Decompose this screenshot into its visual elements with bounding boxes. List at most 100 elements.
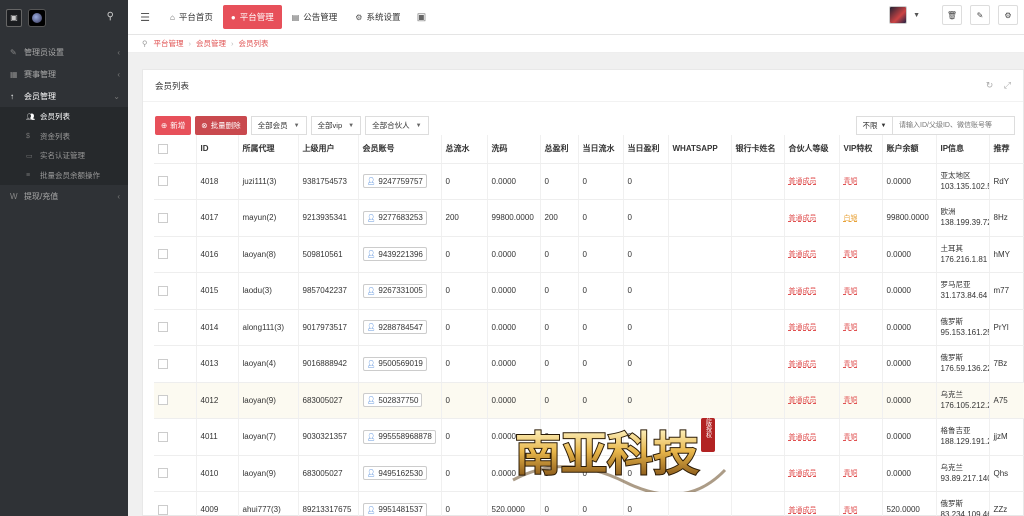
partner-level-link[interactable]: 普通成员 — [789, 251, 817, 258]
partner-level-link[interactable]: 普通成员 — [789, 434, 817, 441]
account-tag[interactable]: 👤︎ 9277683253 — [362, 210, 427, 225]
fullscreen-icon[interactable]: ⤢ — [1004, 80, 1011, 90]
partner-level-link[interactable]: 普通成员 — [789, 178, 817, 185]
vip-level-link[interactable]: 青铜 — [844, 434, 858, 441]
sidebar-item-members[interactable]: ↑ 会员管理 ⌄ — [0, 85, 128, 107]
sidebar-item-admin-settings[interactable]: ✎ 管理员设置 ‹ — [0, 41, 128, 63]
tab-platform-management[interactable]: ● 平台管理 — [222, 5, 282, 29]
account-tag[interactable]: 👤︎ 9267331005 — [362, 283, 427, 298]
tab-announcements[interactable]: ▤ 公告管理 — [284, 5, 346, 29]
partner-filter-select[interactable]: 全部合伙人 ▼ — [365, 116, 429, 135]
table-row[interactable]: 4016 laoyan(8) 509810561 👤︎ 9439221396 0 0.000… — [154, 236, 1024, 273]
column-header[interactable]: 总盈利 — [540, 135, 579, 164]
sidebar-subitem-verification[interactable]: ▭ 实名认证管理 — [0, 146, 128, 166]
column-header[interactable]: 账户余额 — [882, 135, 937, 164]
row-checkbox[interactable] — [154, 309, 197, 346]
sidebar-item-events[interactable]: ▦ 赛事管理 ‹ — [0, 63, 128, 85]
column-header[interactable]: 会员账号 — [358, 135, 442, 164]
row-checkbox[interactable] — [154, 382, 197, 419]
partner-level-link[interactable]: 普通成员 — [789, 324, 817, 331]
sidebar-subitem-member-list[interactable]: 👥︎ 会员列表 — [0, 107, 128, 127]
table-row[interactable]: 4010 laoyan(9) 683005027 👤︎ 9495162530 0 0.000… — [154, 455, 1024, 492]
table-row[interactable]: 4013 laoyan(4) 9016888942 👤︎ 9500569019 0 0.00… — [154, 345, 1024, 383]
table-row[interactable]: 4018 juzi111(3) 9381754573 👤︎ 9247759757 0 0.0… — [154, 163, 1024, 200]
search-input[interactable] — [893, 116, 1015, 135]
column-header[interactable]: 当日盈利 — [623, 135, 669, 164]
row-checkbox[interactable] — [154, 345, 197, 383]
column-header[interactable]: 所属代理 — [238, 135, 299, 164]
account-tag[interactable]: 👤︎ 9495162530 — [362, 466, 427, 481]
bell-icon[interactable]: ⚲ — [107, 11, 114, 22]
vip-level-link[interactable]: 青铜 — [844, 507, 858, 514]
column-header[interactable]: 总流水 — [441, 135, 488, 164]
partner-level-link[interactable]: 普通成员 — [789, 361, 817, 368]
trash-icon[interactable]: 🗑︎ — [942, 5, 962, 25]
member-filter-select[interactable]: 全部会员 ▼ — [250, 116, 307, 135]
column-header[interactable]: 洗码 — [487, 135, 541, 164]
table-row[interactable]: 4015 laodu(3) 9857042237 👤︎ 9267331005 0 0.000… — [154, 272, 1024, 310]
column-header[interactable]: IP信息 — [936, 135, 990, 164]
partner-level-link[interactable]: 普通成员 — [789, 397, 817, 404]
sidebar-subitem-batch-balance[interactable]: ≡ 批量会员余额操作 — [0, 166, 128, 186]
vip-level-link[interactable]: 青铜 — [844, 251, 858, 258]
edit-icon[interactable]: ✎ — [970, 5, 990, 25]
avatar[interactable] — [28, 8, 46, 27]
sidebar-item-withdraw[interactable]: W 提现/充值 ‹ — [0, 185, 128, 207]
column-header[interactable]: 上级用户 — [298, 135, 359, 164]
account-tag[interactable]: 👤︎ 9288784547 — [362, 320, 427, 335]
breadcrumb-item[interactable]: 会员管理 — [196, 38, 226, 49]
column-header[interactable]: 合伙人等级 — [784, 135, 840, 164]
account-tag[interactable]: 👤︎ 9951481537 — [362, 502, 427, 516]
sidebar-subitem-funds[interactable]: $ 资金列表 — [0, 127, 128, 147]
settings-icon[interactable]: ⚙ — [998, 5, 1018, 25]
add-button[interactable]: ⊕ 新增 — [155, 116, 192, 135]
row-checkbox[interactable] — [154, 236, 197, 273]
column-header[interactable]: 推荐 — [989, 135, 1024, 164]
partner-level-link[interactable]: 普通成员 — [789, 215, 817, 222]
column-header[interactable]: 当日流水 — [578, 135, 624, 164]
select-all-checkbox[interactable] — [154, 135, 197, 164]
vip-level-link[interactable]: 青铜 — [844, 361, 858, 368]
menu-toggle-icon[interactable]: ☰ — [128, 11, 162, 24]
column-header[interactable]: VIP特权 — [839, 135, 883, 164]
account-tag[interactable]: 👤︎ 9439221396 — [362, 247, 427, 262]
breadcrumb-item[interactable]: 平台管理 — [154, 38, 184, 49]
user-avatar[interactable] — [889, 6, 908, 24]
vip-level-link[interactable]: 青铜 — [844, 324, 858, 331]
partner-level-link[interactable]: 普通成员 — [789, 507, 817, 514]
column-header[interactable]: ID — [196, 135, 239, 164]
account-tag[interactable]: 👤︎ 995558968878 — [362, 429, 436, 444]
refresh-icon[interactable]: ↻ — [986, 80, 994, 90]
table-row[interactable]: 4009 ahui777(3) 89213317675 👤︎ 9951481537 0 52… — [154, 491, 1024, 516]
vip-level-link[interactable]: 青铜 — [844, 288, 858, 295]
row-checkbox[interactable] — [154, 455, 197, 492]
tab-system-settings[interactable]: ⚙ 系统设置 — [347, 5, 408, 29]
expand-icon[interactable]: ▣ — [412, 12, 430, 23]
vip-filter-select[interactable]: 全部vip ▼ — [310, 116, 362, 135]
row-checkbox[interactable] — [154, 418, 197, 456]
search-type-select[interactable]: 不限 ▼ — [856, 116, 893, 135]
table-row[interactable]: 4011 laoyan(7) 9030321357 👤︎ 995558968878 0 0.… — [154, 418, 1024, 456]
vip-level-link[interactable]: 青铜 — [844, 470, 858, 477]
row-checkbox[interactable] — [154, 272, 197, 310]
vip-level-link[interactable]: 青铜 — [844, 178, 858, 185]
table-row[interactable]: 4014 along111(3) 9017973517 👤︎ 9288784547 0 0.… — [154, 309, 1024, 346]
account-tag[interactable]: 👤︎ 9247759757 — [362, 174, 427, 189]
caret-down-icon[interactable]: ▼ — [913, 12, 920, 19]
vip-level-link[interactable]: 白银 — [844, 215, 858, 222]
row-checkbox[interactable] — [154, 491, 197, 516]
account-tag[interactable]: 👤︎ 502837750 — [362, 393, 423, 408]
breadcrumb-item[interactable]: 会员列表 — [239, 38, 269, 49]
table-row[interactable]: 4017 mayun(2) 9213935341 👤︎ 9277683253 200 998… — [154, 199, 1024, 237]
batch-delete-button[interactable]: ⊗ 批量删除 — [195, 116, 247, 135]
row-checkbox[interactable] — [154, 163, 197, 200]
tab-home[interactable]: ⌂ 平台首页 — [162, 5, 221, 29]
partner-level-link[interactable]: 普通成员 — [789, 470, 817, 477]
column-header[interactable]: 银行卡姓名 — [731, 135, 785, 164]
column-header[interactable]: WHATSAPP — [668, 135, 732, 164]
table-row[interactable]: 4012 laoyan(9) 683005027 👤︎ 502837750 0 0.0000… — [154, 382, 1024, 419]
partner-level-link[interactable]: 普通成员 — [789, 288, 817, 295]
account-tag[interactable]: 👤︎ 9500569019 — [362, 356, 427, 371]
vip-level-link[interactable]: 青铜 — [844, 397, 858, 404]
row-checkbox[interactable] — [154, 199, 197, 237]
